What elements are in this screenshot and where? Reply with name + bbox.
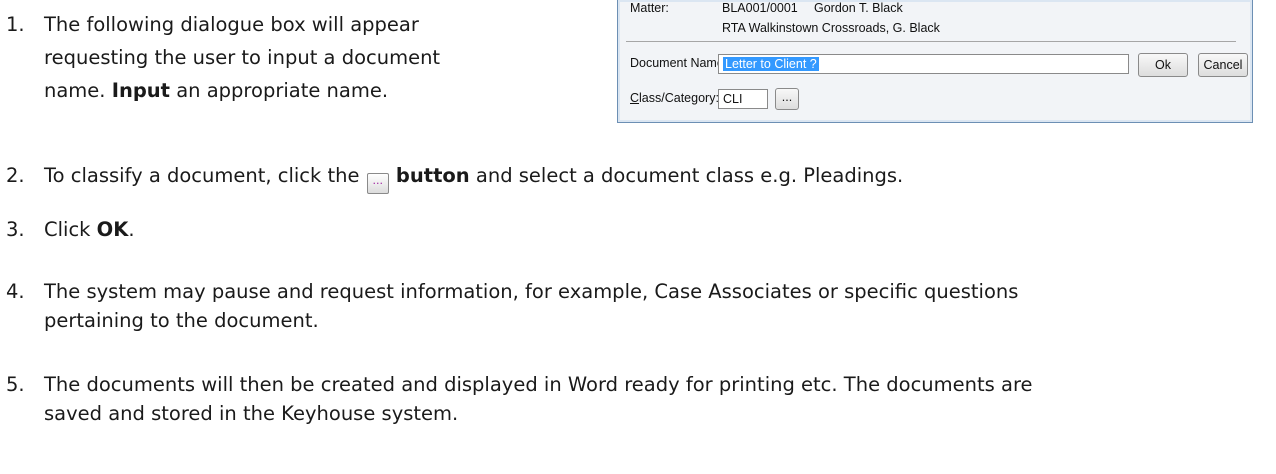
step-number: 4. — [6, 280, 25, 303]
matter-description: RTA Walkinstown Crossroads, G. Black — [722, 21, 940, 35]
class-category-label: Class/Category: — [630, 91, 719, 105]
document-name-value: Letter to Client ? — [723, 57, 819, 71]
step-text: saved and stored in the Keyhouse system. — [44, 402, 459, 425]
matter-code: BLA001/0001 — [722, 1, 798, 15]
step-number: 3. — [6, 218, 25, 241]
step-text: The system may pause and request informa… — [44, 280, 1019, 303]
ok-button[interactable]: Ok — [1138, 53, 1188, 77]
browse-class-button[interactable]: ... — [775, 88, 799, 110]
step-number: 2. — [6, 164, 25, 187]
class-category-input[interactable]: CLI — [718, 89, 768, 109]
document-name-input[interactable]: Letter to Client ? — [718, 54, 1129, 74]
matter-client: Gordon T. Black — [814, 1, 903, 15]
step-number: 5. — [6, 373, 25, 396]
step-text: pertaining to the document. — [44, 309, 319, 332]
document-name-label: Document Name: — [630, 56, 728, 70]
matter-label: Matter: — [630, 1, 669, 15]
step-text: Click OK. — [44, 218, 135, 241]
step-text: The following dialogue box will appear — [44, 13, 419, 36]
step-text: requesting the user to input a document — [44, 46, 441, 69]
ellipsis-button-icon: ... — [366, 173, 389, 194]
step-text: To classify a document, click the ... bu… — [44, 161, 903, 194]
dialog-divider — [626, 41, 1236, 42]
step-text: name. Input an appropriate name. — [44, 79, 389, 102]
step-number: 1. — [6, 13, 25, 36]
step-text: The documents will then be created and d… — [44, 373, 1033, 396]
cancel-button[interactable]: Cancel — [1198, 53, 1248, 77]
new-document-dialog: Matter: BLA001/0001 Gordon T. Black RTA … — [617, 0, 1253, 123]
